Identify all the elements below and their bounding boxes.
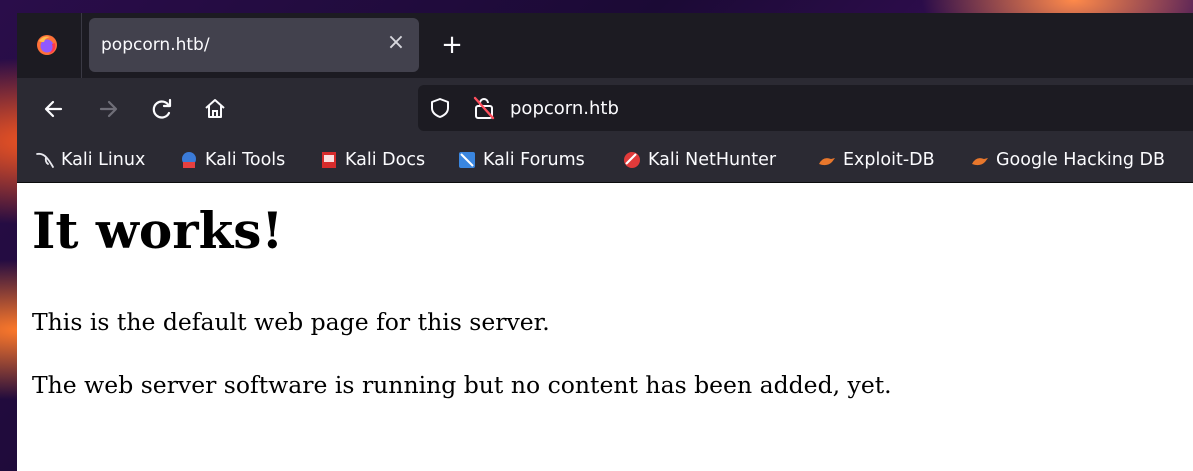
bookmark-label: Kali Linux [61,150,146,170]
tab-title: popcorn.htb/ [101,35,210,55]
insecure-lock-icon[interactable] [472,95,496,121]
kali-docs-icon [322,152,336,168]
bookmarks-toolbar: Kali Linux Kali Tools Kali Docs Kali For… [17,138,1193,183]
tab-bar: popcorn.htb/ × + [17,13,1193,78]
tab-separator [81,13,82,78]
paragraph-server-running: The web server software is running but n… [32,371,892,399]
kali-forums-icon [459,152,475,168]
tab-close-icon[interactable]: × [385,32,407,54]
bookmark-label: Google Hacking DB [996,150,1166,170]
bookmark-label: Kali Docs [345,150,426,170]
exploit-db-icon [819,158,835,166]
firefox-icon[interactable] [35,33,59,57]
page-heading: It works! [32,201,284,260]
bookmark-label: Kali Forums [483,150,585,170]
bookmark-label: Exploit-DB [843,150,935,170]
bookmark-kali-nethunter[interactable]: Kali NetHunter [622,148,776,172]
browser-window: popcorn.htb/ × + popcorn.htb Kali Linux … [17,13,1193,471]
nav-bar: popcorn.htb [17,78,1193,138]
bookmark-kali-docs[interactable]: Kali Docs [319,148,425,172]
forward-arrow-icon[interactable] [93,94,123,124]
bookmark-label: Kali NetHunter [648,150,777,170]
new-tab-button[interactable]: + [438,31,466,59]
paragraph-default-page: This is the default web page for this se… [32,308,550,336]
url-text[interactable]: popcorn.htb [510,98,619,119]
ghdb-icon [972,158,988,166]
reload-icon[interactable] [147,94,177,124]
url-bar[interactable]: popcorn.htb [418,85,1193,131]
kali-nethunter-icon [624,152,640,168]
bookmark-kali-tools[interactable]: Kali Tools [179,148,285,172]
bookmark-google-hacking-db[interactable]: Google Hacking DB [970,148,1165,172]
kali-tools-icon [182,152,196,168]
home-icon[interactable] [200,94,230,124]
bookmark-kali-forums[interactable]: Kali Forums [457,148,585,172]
bookmark-exploit-db[interactable]: Exploit-DB [817,148,935,172]
kali-dragon-icon [36,152,54,168]
tab-popcorn[interactable]: popcorn.htb/ × [89,18,419,72]
page-content: It works! This is the default web page f… [17,183,1193,471]
bookmark-label: Kali Tools [205,150,286,170]
bookmark-kali-linux[interactable]: Kali Linux [35,148,145,172]
back-arrow-icon[interactable] [39,94,69,124]
shield-icon[interactable] [428,96,452,120]
